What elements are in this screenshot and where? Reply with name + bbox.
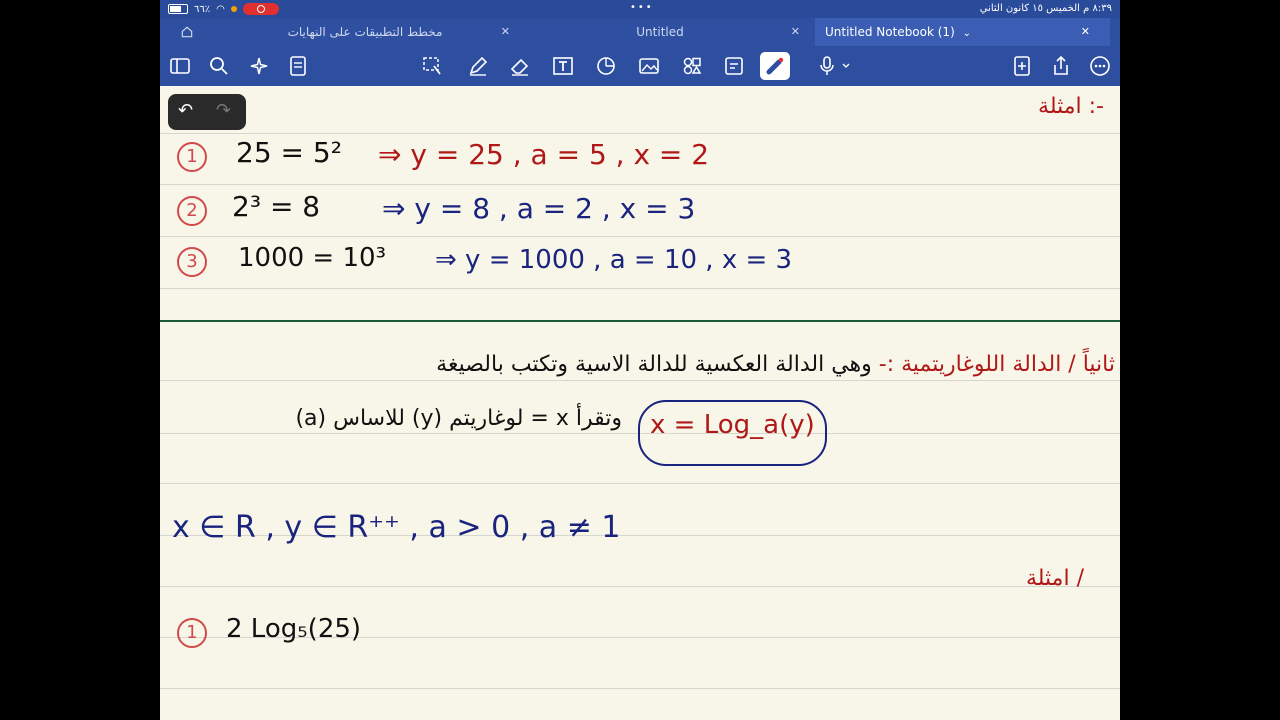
lasso-icon[interactable] bbox=[420, 54, 444, 78]
examples-header-2: امثلة / bbox=[1025, 566, 1084, 591]
example-2-result: ⇒ y = 8 , a = 2 , x = 3 bbox=[382, 192, 696, 225]
example-3-expression: 1000 = 10³ bbox=[238, 243, 386, 273]
log-description: وهي الدالة العكسية للدالة الاسية وتكتب ب… bbox=[436, 352, 872, 377]
undo-redo-panel: ↶ ↷ bbox=[168, 94, 246, 130]
log-definition-line: ثانياً / الدالة اللوغاريتمية :- وهي الدا… bbox=[325, 352, 1115, 377]
add-page-icon[interactable] bbox=[1010, 54, 1034, 78]
sidebar-icon[interactable] bbox=[168, 54, 192, 78]
tab-untitled-notebook[interactable]: Untitled Notebook (1) ⌄ ✕ bbox=[815, 18, 1110, 46]
close-icon[interactable]: ✕ bbox=[501, 18, 510, 46]
close-icon[interactable]: ✕ bbox=[791, 18, 800, 46]
log-reading: وتقرأ x = لوغاريتم (y) للاساس (a) bbox=[295, 406, 622, 431]
close-icon[interactable]: ✕ bbox=[1081, 18, 1090, 46]
document-icon[interactable] bbox=[286, 54, 310, 78]
section-divider bbox=[160, 320, 1120, 322]
pen-icon[interactable] bbox=[466, 54, 490, 78]
example-3-result: ⇒ y = 1000 , a = 10 , x = 3 bbox=[435, 245, 793, 275]
battery-icon bbox=[168, 4, 188, 14]
wifi-icon: ◠ bbox=[216, 3, 225, 15]
example-number: 1 bbox=[177, 618, 207, 648]
microphone-icon[interactable] bbox=[817, 54, 857, 78]
home-icon[interactable] bbox=[180, 18, 210, 46]
tab-label: مخطط التطبيقات على النهايات bbox=[287, 25, 443, 39]
eraser-icon[interactable] bbox=[508, 54, 532, 78]
domain-conditions: x ∈ R , y ∈ R⁺⁺ , a > 0 , a ≠ 1 bbox=[172, 510, 621, 545]
examples-header: امثلة :- bbox=[1038, 94, 1104, 119]
tab-label: Untitled bbox=[636, 25, 684, 39]
sparkle-icon[interactable] bbox=[247, 54, 271, 78]
example-4-expression: 2 Log₅(25) bbox=[226, 614, 362, 644]
screen-record-icon[interactable] bbox=[242, 3, 279, 15]
status-time: ٨:٣٩ م الخميس ١٥ كانون الثاني bbox=[979, 3, 1112, 14]
chevron-down-icon[interactable]: ⌄ bbox=[963, 28, 971, 39]
image-icon[interactable] bbox=[637, 54, 661, 78]
log-heading: ثانياً / الدالة اللوغاريتمية :- bbox=[878, 352, 1115, 377]
example-number: 1 bbox=[177, 142, 207, 172]
redo-icon[interactable]: ↷ bbox=[216, 100, 231, 121]
shapes-icon[interactable] bbox=[594, 54, 618, 78]
status-bar: ٦٦٪ ◠ ••• ٨:٣٩ م الخميس ١٥ كانون الثاني bbox=[160, 0, 1120, 18]
orange-dot-icon bbox=[230, 6, 237, 12]
undo-icon[interactable]: ↶ bbox=[178, 100, 193, 121]
example-1-expression: 25 = 5² bbox=[236, 136, 342, 169]
log-formula: x = Log_a(y) bbox=[650, 410, 815, 440]
tab-bar: مخطط التطبيقات على النهايات ✕ Untitled ✕… bbox=[160, 18, 1120, 46]
tab-limits-plan[interactable]: مخطط التطبيقات على النهايات ✕ bbox=[220, 18, 510, 46]
battery-level: ٦٦٪ bbox=[194, 3, 211, 15]
share-icon[interactable] bbox=[1049, 54, 1073, 78]
more-icon[interactable] bbox=[1088, 54, 1112, 78]
tab-untitled[interactable]: Untitled ✕ bbox=[520, 18, 800, 46]
note-icon[interactable] bbox=[722, 54, 746, 78]
textbox-icon[interactable] bbox=[551, 54, 575, 78]
example-number: 3 bbox=[177, 247, 207, 277]
example-2-expression: 2³ = 8 bbox=[232, 190, 321, 223]
toolbar bbox=[160, 46, 1120, 86]
stickers-icon[interactable] bbox=[680, 54, 704, 78]
example-number: 2 bbox=[177, 196, 207, 226]
search-icon[interactable] bbox=[207, 54, 231, 78]
tab-label: Untitled Notebook (1) bbox=[825, 25, 955, 39]
example-1-result: ⇒ y = 25 , a = 5 , x = 2 bbox=[378, 138, 710, 171]
multitask-dots-icon[interactable]: ••• bbox=[630, 2, 654, 13]
laser-icon[interactable] bbox=[760, 52, 790, 80]
notebook-screen: ٦٦٪ ◠ ••• ٨:٣٩ م الخميس ١٥ كانون الثاني … bbox=[160, 0, 1120, 720]
